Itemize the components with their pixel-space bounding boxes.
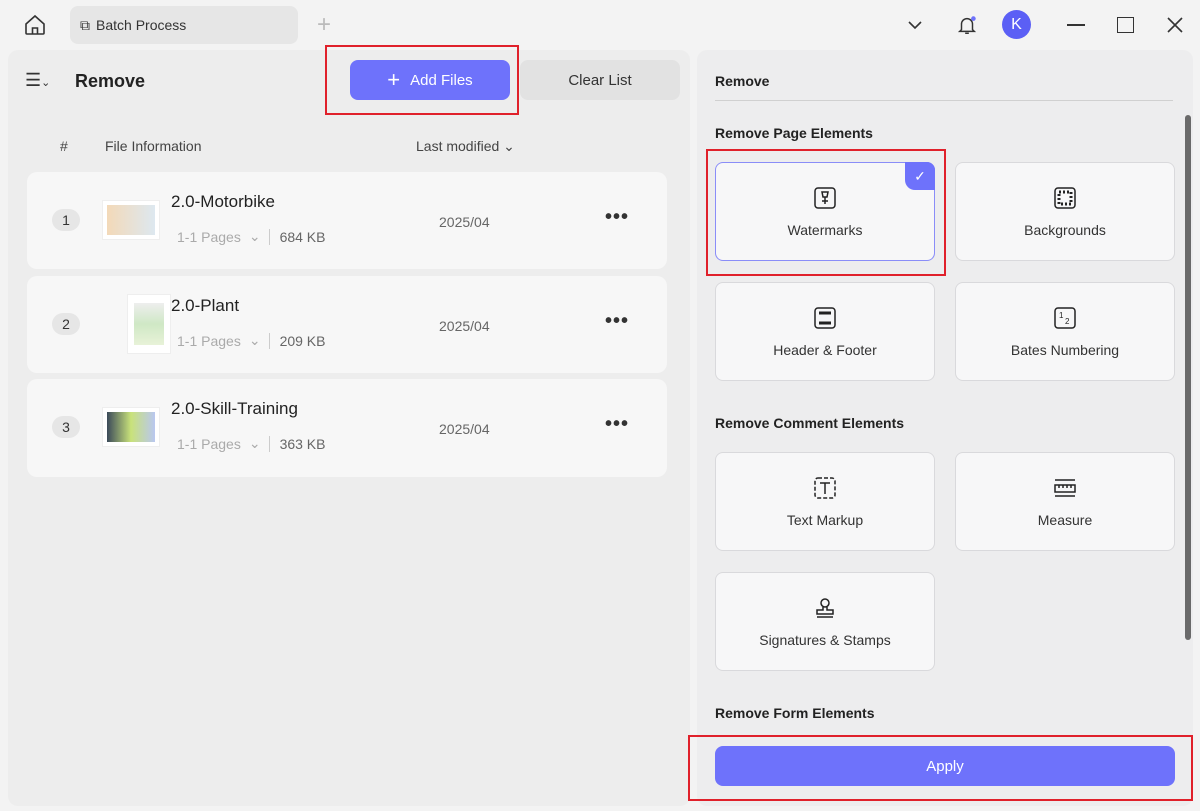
file-date: 2025/04 [439, 421, 490, 437]
check-icon: ✓ [905, 162, 935, 190]
page-range-select[interactable]: 1-1 Pages [177, 229, 241, 245]
page-range-select[interactable]: 1-1 Pages [177, 333, 241, 349]
bates-numbering-icon: 12 [1054, 306, 1076, 329]
panel-title: Remove [715, 73, 770, 89]
tab-batch-process[interactable]: ⧉ Batch Process [70, 6, 298, 44]
remove-options-panel: Remove Remove Page Elements Watermarks ✓… [697, 50, 1193, 806]
file-size: 684 KB [268, 228, 326, 245]
option-backgrounds[interactable]: Backgrounds [955, 162, 1175, 261]
row-number: 1 [52, 209, 80, 231]
text-markup-icon [814, 476, 836, 499]
scrollbar[interactable] [1185, 115, 1191, 640]
more-options-icon[interactable]: ••• [605, 206, 629, 229]
minimize-button[interactable] [1067, 24, 1085, 26]
row-number: 2 [52, 313, 80, 335]
stamp-icon [816, 597, 834, 618]
file-thumbnail [102, 407, 160, 447]
more-options-icon[interactable]: ••• [605, 310, 629, 333]
file-name: 2.0-Motorbike [171, 192, 275, 211]
file-row[interactable]: 3 2.0-Skill-Training 1-1 Pages ⌄ 363 KB 20… [27, 379, 667, 477]
chevron-down-icon[interactable] [904, 14, 926, 36]
background-icon [1054, 186, 1076, 209]
option-header-footer[interactable]: Header & Footer [715, 282, 935, 381]
page-range-select[interactable]: 1-1 Pages [177, 436, 241, 452]
close-button[interactable] [1164, 14, 1186, 36]
file-row[interactable]: 2 2.0-Plant 1-1 Pages ⌄ 209 KB 2025/04 ••• [27, 276, 667, 373]
option-measure[interactable]: Measure [955, 452, 1175, 551]
clear-list-button[interactable]: Clear List [520, 60, 680, 100]
divider [715, 100, 1173, 101]
svg-text:2: 2 [1065, 317, 1070, 326]
batch-icon: ⧉ [80, 16, 90, 33]
file-name: 2.0-Plant [171, 296, 240, 315]
section-comment-elements: Remove Comment Elements [715, 415, 905, 431]
panel-title: Remove [75, 71, 146, 91]
option-signatures-stamps[interactable]: Signatures & Stamps [715, 572, 935, 671]
file-thumbnail [102, 200, 160, 240]
menu-icon[interactable]: ☰⌄ [25, 70, 50, 91]
option-watermarks[interactable]: Watermarks ✓ [715, 162, 935, 261]
header-footer-icon [814, 306, 836, 329]
sort-last-modified[interactable]: Last modified ⌄ [416, 138, 515, 155]
measure-icon [1054, 478, 1076, 497]
option-text-markup[interactable]: Text Markup [715, 452, 935, 551]
option-bates-numbering[interactable]: 12 Bates Numbering [955, 282, 1175, 381]
bell-icon[interactable] [954, 12, 980, 38]
new-tab-plus-icon[interactable]: + [312, 11, 336, 38]
file-row[interactable]: 1 2.0-Motorbike 1-1 Pages ⌄ 684 KB 2025/04… [27, 172, 667, 269]
column-index: # [60, 138, 68, 154]
file-thumbnail [127, 294, 171, 354]
home-icon[interactable] [20, 10, 50, 40]
file-date: 2025/04 [439, 318, 490, 334]
file-size: 209 KB [268, 332, 326, 349]
file-date: 2025/04 [439, 214, 490, 230]
more-options-icon[interactable]: ••• [605, 413, 629, 436]
column-file-information: File Information [105, 138, 202, 154]
file-list-panel: ☰⌄ Remove + Add Files Clear List # File I… [8, 50, 690, 806]
section-form-elements: Remove Form Elements [715, 705, 875, 721]
avatar[interactable]: K [1002, 10, 1031, 39]
svg-text:1: 1 [1059, 311, 1064, 320]
plus-icon: + [387, 67, 401, 92]
file-name: 2.0-Skill-Training [171, 399, 298, 418]
apply-button[interactable]: Apply [715, 746, 1175, 786]
add-files-button[interactable]: + Add Files [350, 60, 510, 100]
maximize-button[interactable] [1117, 17, 1134, 33]
section-page-elements: Remove Page Elements [715, 125, 873, 141]
file-size: 363 KB [268, 435, 326, 452]
row-number: 3 [52, 416, 80, 438]
watermark-icon [814, 186, 836, 209]
